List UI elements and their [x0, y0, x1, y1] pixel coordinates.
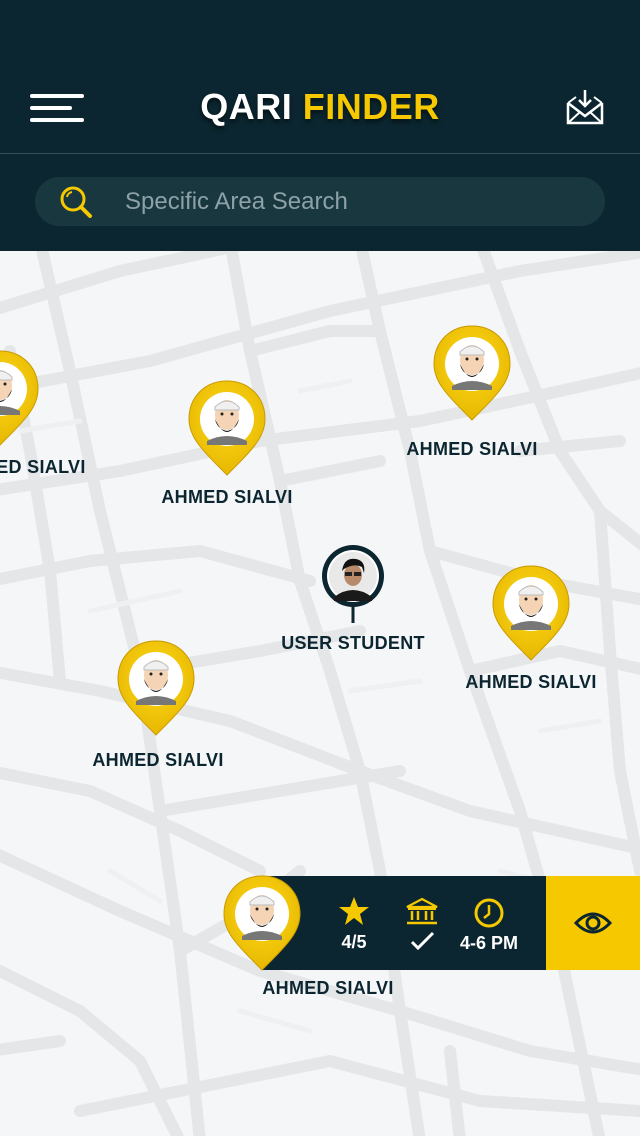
- top-bar: QARI FINDER: [0, 0, 640, 251]
- user-avatar-pin-icon: [322, 545, 384, 623]
- rating-value: 4/5: [341, 932, 367, 952]
- eye-icon: [574, 912, 612, 934]
- street-map-background: [0, 251, 640, 1136]
- qari-pin-icon: [223, 875, 301, 971]
- user-student-marker[interactable]: [320, 545, 386, 625]
- qari-marker[interactable]: [430, 324, 514, 424]
- time-block: 4-6 PM: [454, 897, 524, 991]
- search-icon[interactable]: [59, 185, 93, 219]
- app-title-word-2: FINDER: [302, 86, 440, 127]
- star-icon: [339, 897, 369, 925]
- selected-qari-marker[interactable]: [220, 874, 304, 974]
- verified-block: [402, 897, 442, 991]
- qari-marker[interactable]: [489, 564, 573, 664]
- clock-icon: [474, 898, 504, 928]
- qari-marker[interactable]: [0, 349, 42, 449]
- user-student-label: USER STUDENT: [281, 633, 425, 653]
- qari-marker[interactable]: [185, 379, 269, 479]
- qari-marker-label: AHMED SIALVI: [161, 487, 293, 507]
- search-input[interactable]: [123, 183, 587, 221]
- institution-check-icon: [406, 897, 438, 951]
- qari-pin-icon: [117, 640, 195, 736]
- qari-marker[interactable]: [114, 639, 198, 739]
- qari-marker-label: AHMED SIALVI: [465, 672, 597, 692]
- selected-qari-label: AHMED SIALVI: [262, 978, 394, 998]
- qari-marker-label: AHMED SIALVI: [0, 457, 86, 477]
- selected-qari-info-panel: 4/5 4-6 PM: [262, 876, 640, 970]
- inbox-mail-icon[interactable]: [566, 89, 604, 125]
- qari-pin-icon: [433, 325, 511, 421]
- qari-pin-icon: [492, 565, 570, 661]
- qari-pin-icon: [188, 380, 266, 476]
- view-profile-button[interactable]: [546, 876, 640, 970]
- qari-marker-label: AHMED SIALVI: [92, 750, 224, 770]
- qari-pin-icon: [0, 350, 39, 446]
- header-divider: [0, 153, 640, 154]
- search-bar[interactable]: [35, 177, 605, 226]
- app-title-word-1: QARI: [200, 86, 293, 127]
- qari-marker-label: AHMED SIALVI: [406, 439, 538, 459]
- rating-block: 4/5: [332, 896, 376, 990]
- time-value: 4-6 PM: [459, 933, 519, 953]
- app-title: QARI FINDER: [0, 86, 640, 128]
- map-view[interactable]: AHMED SIALVI AHMED SIALVI AHMED SIALVI: [0, 251, 640, 1136]
